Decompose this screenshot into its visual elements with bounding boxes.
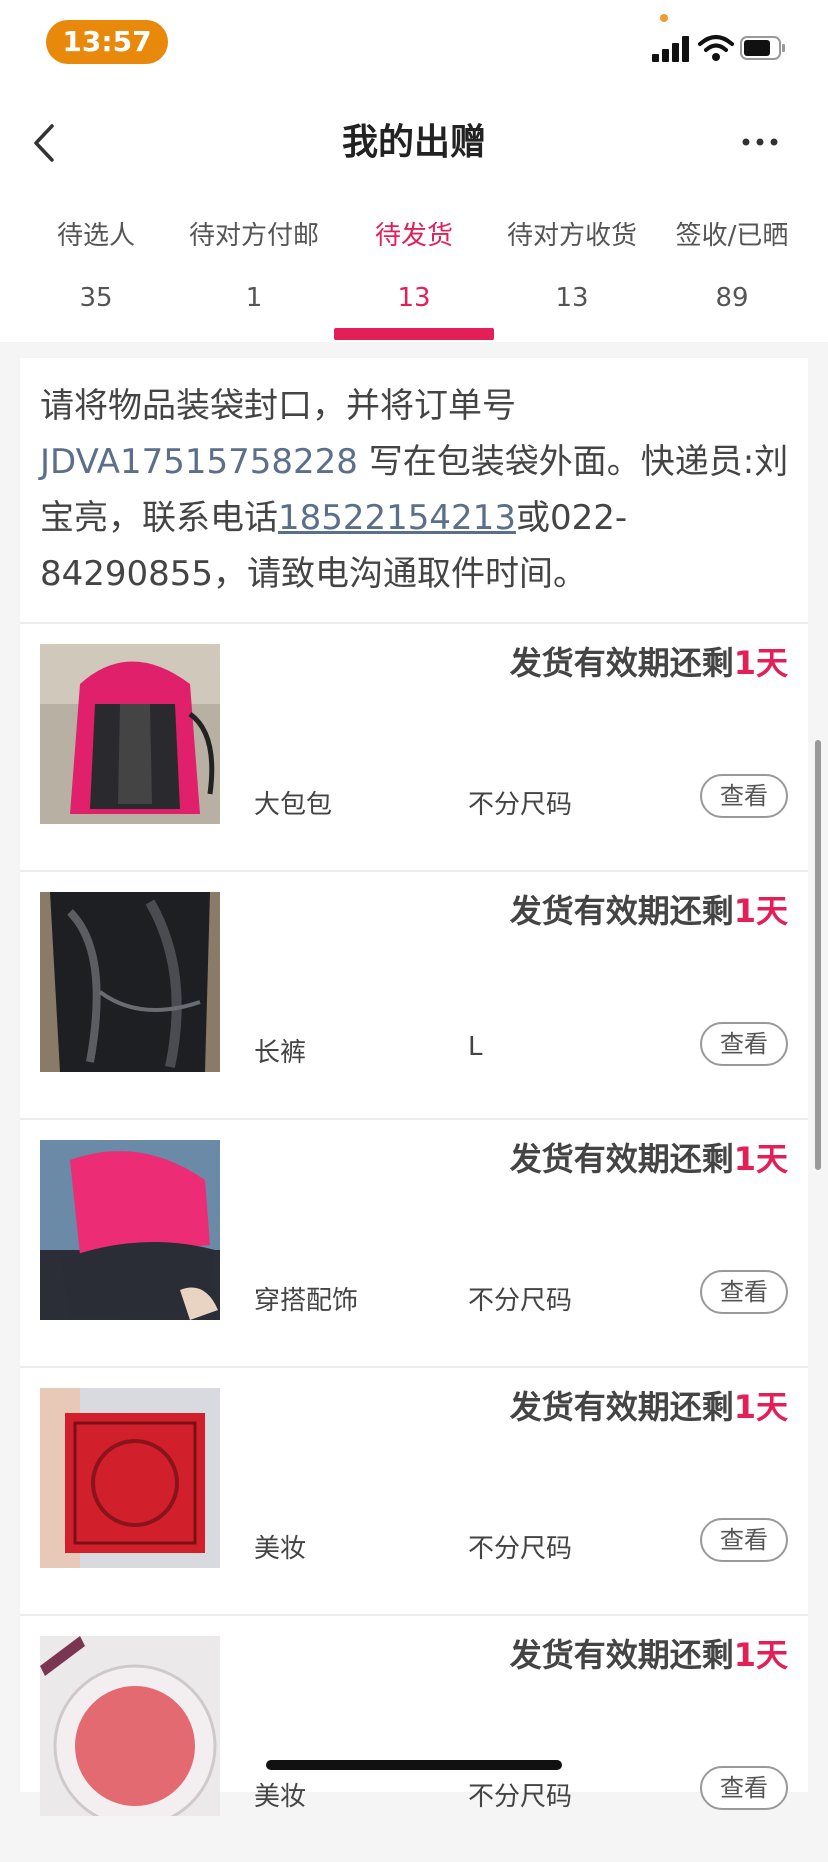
list-item[interactable]: 发货有效期还剩1天 大包包 不分尺码 查看 (20, 624, 808, 870)
deadline-days: 1天 (733, 1140, 788, 1178)
item-name: 穿搭配饰 (254, 1286, 359, 1316)
shipping-deadline: 发货有效期还剩1天 (510, 1630, 788, 1676)
item-photo-cap (40, 1140, 220, 1320)
wifi-icon (698, 35, 734, 61)
view-button[interactable]: 查看 (700, 1518, 788, 1562)
status-time: 13:57 (46, 20, 168, 64)
tab-pending-receipt[interactable]: 待对方收货 13 (492, 216, 652, 318)
deadline-text: 发货有效期还剩 (509, 1388, 734, 1426)
shipping-deadline: 发货有效期还剩1天 (510, 638, 788, 684)
courier-phone-link[interactable]: 18522154213 (278, 498, 516, 538)
deadline-text: 发货有效期还剩 (509, 644, 734, 682)
tab-label: 待对方付邮 (188, 221, 319, 251)
item-photo-compact (40, 1388, 220, 1568)
tab-label: 待发货 (374, 221, 453, 251)
deadline-text: 发货有效期还剩 (509, 1140, 734, 1178)
status-tabs: 待选人 35 待对方付邮 1 待发货 13 待对方收货 13 签收/已晒 89 (0, 196, 828, 342)
view-button[interactable]: 查看 (700, 774, 788, 818)
deadline-days: 1天 (733, 1636, 788, 1674)
scrollbar[interactable] (815, 740, 821, 1170)
tab-count: 13 (397, 283, 431, 313)
tab-count: 13 (555, 283, 589, 313)
shipping-deadline: 发货有效期还剩1天 (510, 1382, 788, 1428)
item-size: L (468, 1032, 483, 1062)
tab-label: 待对方收货 (506, 221, 637, 251)
item-name: 长裤 (254, 1038, 307, 1068)
tab-count: 89 (715, 283, 749, 313)
tab-pending-postage[interactable]: 待对方付邮 1 (174, 216, 334, 318)
nav-bar: 我的出赠 (0, 88, 828, 196)
order-number: JDVA17515758228 (40, 442, 358, 482)
item-name: 大包包 (254, 790, 333, 820)
home-indicator[interactable] (266, 1760, 562, 1770)
active-tab-indicator (334, 328, 494, 340)
tab-signed-shared[interactable]: 签收/已晒 89 (652, 216, 812, 318)
item-name: 美妆 (254, 1534, 307, 1564)
view-button[interactable]: 查看 (700, 1270, 788, 1314)
list-item[interactable]: 发货有效期还剩1天 长裤 L 查看 (20, 872, 808, 1118)
view-button[interactable]: 查看 (700, 1022, 788, 1066)
view-button[interactable]: 查看 (700, 1766, 788, 1810)
item-name: 美妆 (254, 1782, 307, 1812)
list-item[interactable]: 发货有效期还剩1天 美妆 不分尺码 查看 (20, 1368, 808, 1614)
shipping-deadline: 发货有效期还剩1天 (510, 886, 788, 932)
tab-count: 35 (79, 283, 113, 313)
item-size: 不分尺码 (468, 1286, 573, 1316)
item-size: 不分尺码 (468, 1534, 573, 1564)
page-title: 我的出赠 (341, 122, 486, 163)
deadline-days: 1天 (733, 644, 788, 682)
deadline-text: 发货有效期还剩 (509, 892, 734, 930)
battery-icon (740, 36, 785, 60)
shipping-deadline: 发货有效期还剩1天 (510, 1134, 788, 1180)
list-item[interactable]: 发货有效期还剩1天 美妆 不分尺码 查看 (20, 1616, 808, 1862)
signal-icon (652, 36, 692, 62)
tab-pending-selection[interactable]: 待选人 35 (16, 216, 176, 318)
item-size: 不分尺码 (468, 790, 573, 820)
more-icon[interactable] (740, 130, 780, 154)
item-size: 不分尺码 (468, 1782, 573, 1812)
tab-pending-shipment[interactable]: 待发货 13 (334, 216, 494, 318)
list-item[interactable]: 发货有效期还剩1天 穿搭配饰 不分尺码 查看 (20, 1120, 808, 1366)
deadline-days: 1天 (733, 1388, 788, 1426)
deadline-days: 1天 (733, 892, 788, 930)
tab-count: 1 (245, 283, 263, 313)
tab-label: 签收/已晒 (675, 221, 789, 251)
item-photo-blush (40, 1636, 220, 1816)
notice-prefix: 请将物品装袋封口，并将订单号 (40, 386, 516, 426)
privacy-indicator-dot (660, 14, 668, 22)
item-photo-backpack (40, 644, 220, 824)
deadline-text: 发货有效期还剩 (509, 1636, 734, 1674)
item-photo-pants (40, 892, 220, 1072)
shipment-list: 请将物品装袋封口，并将订单号 JDVA17515758228 写在包装袋外面。快… (20, 358, 808, 1816)
tab-label: 待选人 (56, 221, 135, 251)
status-bar: 13:57 (0, 0, 828, 88)
shipping-instructions: 请将物品装袋封口，并将订单号 JDVA17515758228 写在包装袋外面。快… (40, 378, 790, 602)
